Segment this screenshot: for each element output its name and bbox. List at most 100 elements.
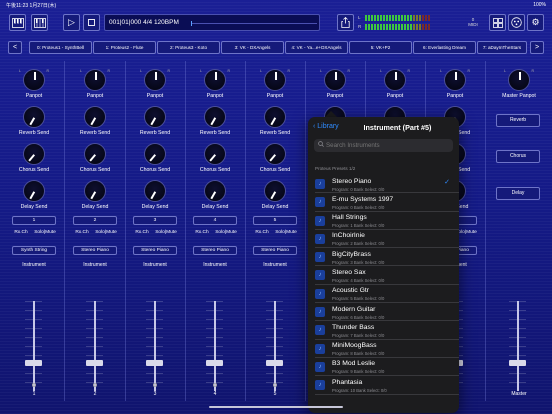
panpot-knob[interactable]: LR <box>380 69 410 91</box>
instrument-select[interactable]: Stereo Piano <box>193 246 237 255</box>
song-progress-handle[interactable] <box>191 21 192 26</box>
instrument-select[interactable]: Stereo Piano <box>133 246 177 255</box>
delay-control[interactable]: Delay Send <box>12 180 56 210</box>
solo-mute-button[interactable]: Solo|Mute <box>95 230 117 235</box>
part-tab-7[interactable]: 7: aDayInTheStars <box>477 41 527 54</box>
solo-mute-button[interactable]: Solo|Mute <box>34 230 56 235</box>
panpot-knob[interactable]: LR <box>19 69 49 91</box>
instrument-item[interactable]: ♪ Stereo Sax Program: 4 Bank Select: 0/0 <box>315 266 459 285</box>
channel-select[interactable]: 5 <box>253 216 297 225</box>
chorus-control[interactable]: Chorus Send <box>73 143 117 173</box>
prev-part-button[interactable]: < <box>8 41 22 54</box>
instrument-item[interactable]: ♪ BigCityBrass Program: 3 Bank Select: 0/0 <box>315 248 459 267</box>
chorus-control[interactable]: Chorus Send <box>12 143 56 173</box>
part-tab-0[interactable]: 0: Proteus1 - SynthBell <box>29 41 92 54</box>
instrument-item[interactable]: ♪ Hall Strings Program: 1 Bank Select: 0/0 <box>315 212 459 230</box>
channel-select[interactable]: 1 <box>12 216 56 225</box>
delay-knob[interactable] <box>84 180 106 202</box>
solo-mute-button[interactable]: Solo|Mute <box>215 230 237 235</box>
search-input[interactable] <box>326 141 446 150</box>
reverb-knob[interactable] <box>23 106 45 128</box>
delay-knob[interactable] <box>144 180 166 202</box>
song-progress-bar[interactable] <box>191 21 317 26</box>
master-reverb-button[interactable]: Reverb <box>496 114 540 127</box>
instrument-item[interactable]: ♪ Modern Guitar Program: 6 Bank Select: 0/… <box>315 303 459 322</box>
instrument-icon[interactable] <box>508 14 525 31</box>
delay-knob[interactable] <box>204 180 226 202</box>
reverb-control[interactable]: Reverb Send <box>73 106 117 136</box>
home-indicator[interactable] <box>209 406 343 408</box>
panpot-control[interactable]: L R Panpot <box>253 69 297 99</box>
master-fader-track[interactable] <box>517 301 519 391</box>
instrument-select[interactable]: Stereo Piano <box>73 246 117 255</box>
panpot-control[interactable]: L R Panpot <box>73 69 117 99</box>
instrument-item[interactable]: ♪ E-mu Systems 1997 Program: 0 Bank Select… <box>315 193 459 212</box>
master-fader-handle[interactable] <box>509 360 526 366</box>
master-chorus-button[interactable]: Chorus <box>496 150 540 163</box>
delay-knob[interactable] <box>23 180 45 202</box>
solo-mute-button[interactable]: Solo|Mute <box>155 230 177 235</box>
keyboard-icon[interactable] <box>9 14 26 31</box>
volume-fader-handle[interactable] <box>206 360 223 366</box>
chorus-knob[interactable] <box>84 143 106 165</box>
delay-knob[interactable] <box>264 180 286 202</box>
reverb-knob[interactable] <box>204 106 226 128</box>
volume-fader-handle[interactable] <box>25 360 42 366</box>
reverb-control[interactable]: Reverb Send <box>133 106 177 136</box>
grid-icon[interactable] <box>489 14 506 31</box>
volume-fader-handle[interactable] <box>146 360 163 366</box>
chorus-control[interactable]: Chorus Send <box>193 143 237 173</box>
part-tab-3[interactable]: 3: VK - DXAngels <box>221 41 284 54</box>
reverb-knob[interactable] <box>84 106 106 128</box>
master-delay-button[interactable]: Delay <box>496 187 540 200</box>
reverb-control[interactable]: Reverb Send <box>12 106 56 136</box>
reverb-knob[interactable] <box>144 106 166 128</box>
part-tab-1[interactable]: 1: Proteus2 - Flute <box>93 41 156 54</box>
part-tab-2[interactable]: 2: Proteus3 - Koto <box>157 41 220 54</box>
instrument-select[interactable]: Synth String <box>12 246 56 255</box>
master-panpot-knob[interactable]: L R <box>504 69 534 91</box>
solo-mute-button[interactable]: Solo|Mute <box>275 230 297 235</box>
volume-fader-track[interactable] <box>154 301 156 391</box>
reverb-control[interactable]: Reverb Send <box>253 106 297 136</box>
volume-fader-track[interactable] <box>33 301 35 391</box>
chorus-control[interactable]: Chorus Send <box>133 143 177 173</box>
channel-select[interactable]: 3 <box>133 216 177 225</box>
instrument-item[interactable]: ♪ B3 Mod Leslie Program: 9 Bank Select: 0/… <box>315 358 459 377</box>
panpot-knob[interactable]: LR <box>320 69 350 91</box>
volume-fader-handle[interactable] <box>86 360 103 366</box>
reverb-knob[interactable] <box>264 106 286 128</box>
panpot-control[interactable]: L R Panpot <box>313 69 357 99</box>
reverb-control[interactable]: Reverb Send <box>193 106 237 136</box>
panpot-control[interactable]: L R Panpot <box>433 69 477 99</box>
panpot-knob[interactable]: LR <box>440 69 470 91</box>
panpot-control[interactable]: L R Panpot <box>133 69 177 99</box>
panpot-control[interactable]: L R Panpot <box>373 69 417 99</box>
delay-control[interactable]: Delay Send <box>193 180 237 210</box>
volume-fader-handle[interactable] <box>266 360 283 366</box>
chorus-control[interactable]: Chorus Send <box>253 143 297 173</box>
part-tab-4[interactable]: 4: VK - Ya...e+DXAngels <box>285 41 348 54</box>
master-panpot[interactable]: L R Master Panpot <box>497 69 541 99</box>
part-tab-6[interactable]: 6: Everlasting Dream <box>413 41 476 54</box>
song-position-display[interactable]: 001|01|000 4/4 120BPM <box>104 14 320 31</box>
channel-select[interactable]: 4 <box>193 216 237 225</box>
instrument-item[interactable]: ♪ InChoirInie Program: 2 Bank Select: 0/0 <box>315 230 459 249</box>
stop-icon[interactable] <box>83 14 100 31</box>
instrument-item[interactable]: ♪ Thunder Bass Program: 7 Bank Select: 0/0 <box>315 321 459 340</box>
delay-control[interactable]: Delay Send <box>73 180 117 210</box>
channel-select[interactable]: 2 <box>73 216 117 225</box>
instrument-item[interactable]: ♪ MiniMoogBass Program: 8 Bank Select: 0/0 <box>315 340 459 358</box>
panpot-knob[interactable]: LR <box>200 69 230 91</box>
chorus-knob[interactable] <box>204 143 226 165</box>
next-part-button[interactable]: > <box>530 41 544 54</box>
volume-fader-track[interactable] <box>214 301 216 391</box>
instrument-item[interactable]: ♪ Stereo Piano Program: 0 Bank Select: 0/0… <box>315 175 459 194</box>
panpot-knob[interactable]: LR <box>260 69 290 91</box>
chorus-knob[interactable] <box>144 143 166 165</box>
delay-control[interactable]: Delay Send <box>133 180 177 210</box>
panpot-control[interactable]: L R Panpot <box>12 69 56 99</box>
instrument-item[interactable]: ♪ Phantasia Program: 10 Bank Select: 0/0 <box>315 376 459 395</box>
gear-icon[interactable]: ⚙ <box>527 14 544 31</box>
volume-fader-track[interactable] <box>94 301 96 391</box>
